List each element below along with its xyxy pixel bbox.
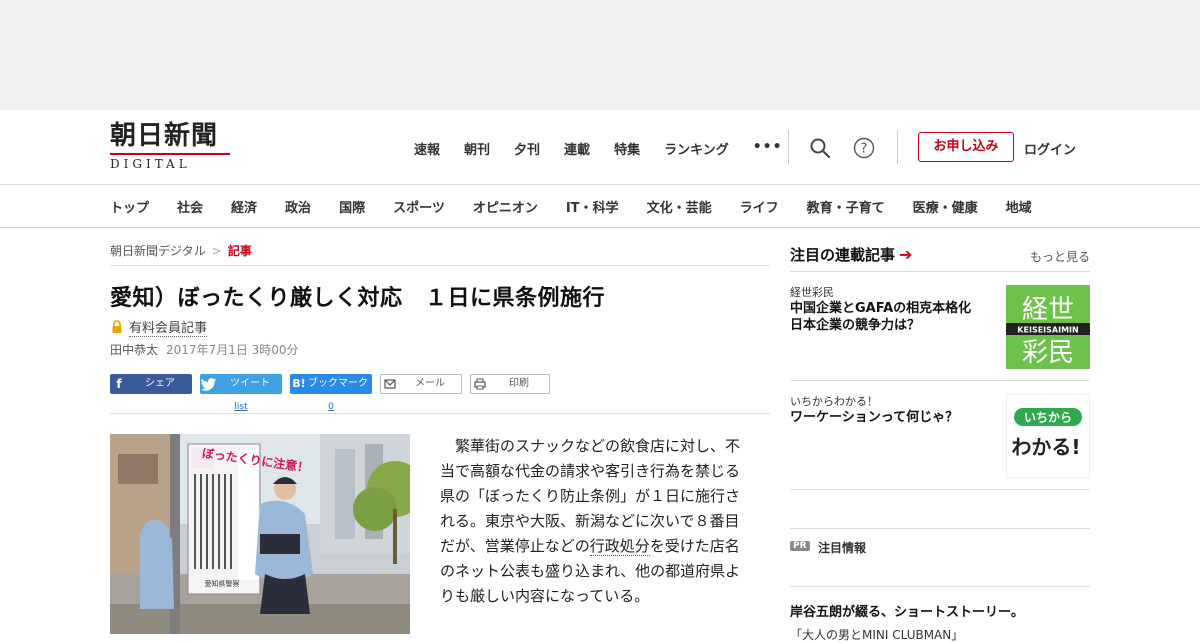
twitter-icon [201,378,216,391]
catnav-item-politics[interactable]: 政治 [285,197,311,216]
card-title[interactable]: 中国企業とGAFAの相克本格化 日本企業の競争力は？ [790,300,995,334]
mail-icon [384,379,396,389]
catnav-item-society[interactable]: 社会 [177,197,203,216]
facebook-icon: f [116,377,122,391]
logo-sub-text: DIGITAL [110,153,230,171]
article-photo[interactable]: ぼったくりに注意！ 愛知県警察 [110,434,410,634]
print-button[interactable]: 印刷 [470,374,550,394]
twitter-share-label: ツイート [230,378,270,389]
pr-item[interactable]: 岸谷五朗が綴る、ショートストーリー。 「大人の男とMINI CLUBMAN」 [790,586,1090,643]
card-kicker: いちからわかる！ [790,395,878,408]
thumb-text-bottom: わかる! [1011,435,1080,459]
help-icon[interactable]: ? [853,137,875,159]
catnav-item-it-science[interactable]: IT・科学 [566,197,619,216]
signup-button[interactable]: お申し込み [918,132,1014,162]
catnav-item-culture[interactable]: 文化・芸能 [647,197,712,216]
topnav-item-sokuho[interactable]: 速報 [414,139,440,158]
byline: 田中恭太 2017年7月1日 3時00分 [110,341,770,358]
pr-item-subtitle: 「大人の男とMINI CLUBMAN」 [790,628,964,642]
lock-icon [112,320,122,333]
thumb-text-top: 経世 [1022,295,1074,325]
keyword-link[interactable]: 行政処分 [589,537,650,556]
breadcrumb: 朝日新聞デジタル > 記事 [110,242,770,266]
article-title: 愛知）ぼったくり厳しく対応 １日に県条例施行 [110,286,606,311]
category-nav: トップ 社会 経済 政治 国際 スポーツ オピニオン IT・科学 文化・芸能 ラ… [0,184,1200,228]
card-kicker: 経世彩民 [790,286,834,299]
sidebar-heading-title: 注目の連載記事 [790,246,896,264]
logo-main-text: 朝日新聞 [110,121,219,151]
publish-date: 2017年7月1日 3時00分 [166,343,299,357]
catnav-item-sports[interactable]: スポーツ [393,197,445,216]
hatena-bookmark-label: ブックマーク [308,378,368,389]
facebook-share-button[interactable]: f シェア [110,374,192,394]
topnav-item-yukan[interactable]: 夕刊 [514,139,540,158]
print-label: 印刷 [509,378,529,389]
sidebar-card[interactable]: いちからわかる！ ワーケーションって何じゃ？ いちから わかる! [790,381,1090,490]
share-bar: f シェア ツイート list B! ブックマーク 0 メール 印刷 [110,374,770,414]
hatena-bookmark-icon: B! [292,377,306,390]
sidebar-card[interactable]: 経世彩民 中国企業とGAFAの相克本格化 日本企業の競争力は？ 経世 KEISE… [790,272,1090,381]
topnav-item-ranking[interactable]: ランキング [664,139,729,158]
site-header: 朝日新聞 DIGITAL 速報 朝刊 夕刊 連載 特集 ランキング ••• ? … [0,110,1200,184]
twitter-share-count[interactable]: list [200,397,282,417]
login-link[interactable]: ログイン [1024,139,1076,158]
catnav-item-life[interactable]: ライフ [740,197,779,216]
header-divider [788,130,789,164]
photo-police-poster: ぼったくりに注意！ 愛知県警察 [110,434,410,634]
thumb-text-mid: KEISEISAIMIN [1017,326,1078,335]
arrow-right-icon: ➔ [899,245,913,264]
topnav-item-tokushu[interactable]: 特集 [614,139,640,158]
paid-article-text: 有料会員記事 [129,317,208,337]
pr-label: 注目情報 [818,541,867,555]
thumb-text-top: いちから [1024,411,1072,425]
ichikara-wakaru-thumbnail[interactable]: いちから わかる! [1006,394,1090,478]
catnav-item-opinion[interactable]: オピニオン [473,197,538,216]
hatena-bookmark-count[interactable]: 0 [290,397,372,417]
ad-banner-area [0,0,1200,110]
thumb-text-bottom: 彩民 [1022,338,1074,368]
breadcrumb-separator: > [211,244,222,258]
breadcrumb-current: 記事 [227,244,252,258]
catnav-item-education[interactable]: 教育・子育て [807,197,885,216]
more-menu-button[interactable]: ••• [753,139,783,158]
author-name: 田中恭太 [110,343,159,357]
site-logo[interactable]: 朝日新聞 DIGITAL [110,122,245,172]
topnav-item-rensai[interactable]: 連載 [564,139,590,158]
hatena-bookmark-button[interactable]: B! ブックマーク 0 [290,374,372,412]
sidebar-heading[interactable]: 注目の連載記事 ➔ もっと見る [790,244,1090,272]
header-divider [897,130,898,164]
sidebar: 注目の連載記事 ➔ もっと見る 経世彩民 中国企業とGAFAの相克本格化 日本企業… [790,228,1090,642]
mail-share-label: メール [415,378,445,389]
catnav-item-top[interactable]: トップ [110,197,149,216]
facebook-share-label: シェア [145,378,175,389]
mail-share-button[interactable]: メール [380,374,462,394]
catnav-item-international[interactable]: 国際 [339,197,365,216]
catnav-item-region[interactable]: 地域 [1006,197,1032,216]
keisei-saimin-thumbnail[interactable]: 経世 KEISEISAIMIN 彩民 [1006,285,1090,369]
svg-text:?: ? [861,142,868,157]
pr-item-title[interactable]: 岸谷五朗が綴る、ショートストーリー。 [790,601,1090,620]
catnav-item-health[interactable]: 医療・健康 [913,197,978,216]
article-main: 朝日新聞デジタル > 記事 愛知）ぼったくり厳しく対応 １日に県条例施行 有料会員記… [110,228,770,634]
print-icon [474,378,486,390]
card-title[interactable]: ワーケーションって何じゃ？ [790,409,995,426]
catnav-item-economy[interactable]: 経済 [231,197,257,216]
article-lead-text: 繁華街のスナックなどの飲食店に対し、不当で高額な代金の請求や客引き行為を禁じる県… [440,434,750,609]
topnav-item-choukan[interactable]: 朝刊 [464,139,490,158]
breadcrumb-home[interactable]: 朝日新聞デジタル [110,244,206,258]
twitter-share-button[interactable]: ツイート list [200,374,282,412]
top-nav: 速報 朝刊 夕刊 連載 特集 ランキング ••• [414,139,783,158]
pr-badge: PR [790,541,810,551]
photo-poster-footer: 愛知県警察 [205,579,240,588]
sidebar-more-link[interactable]: もっと見る [1030,248,1090,265]
search-icon[interactable] [809,137,831,159]
pr-section-header: PR 注目情報 [790,528,1090,560]
paid-article-label[interactable]: 有料会員記事 [110,317,770,337]
